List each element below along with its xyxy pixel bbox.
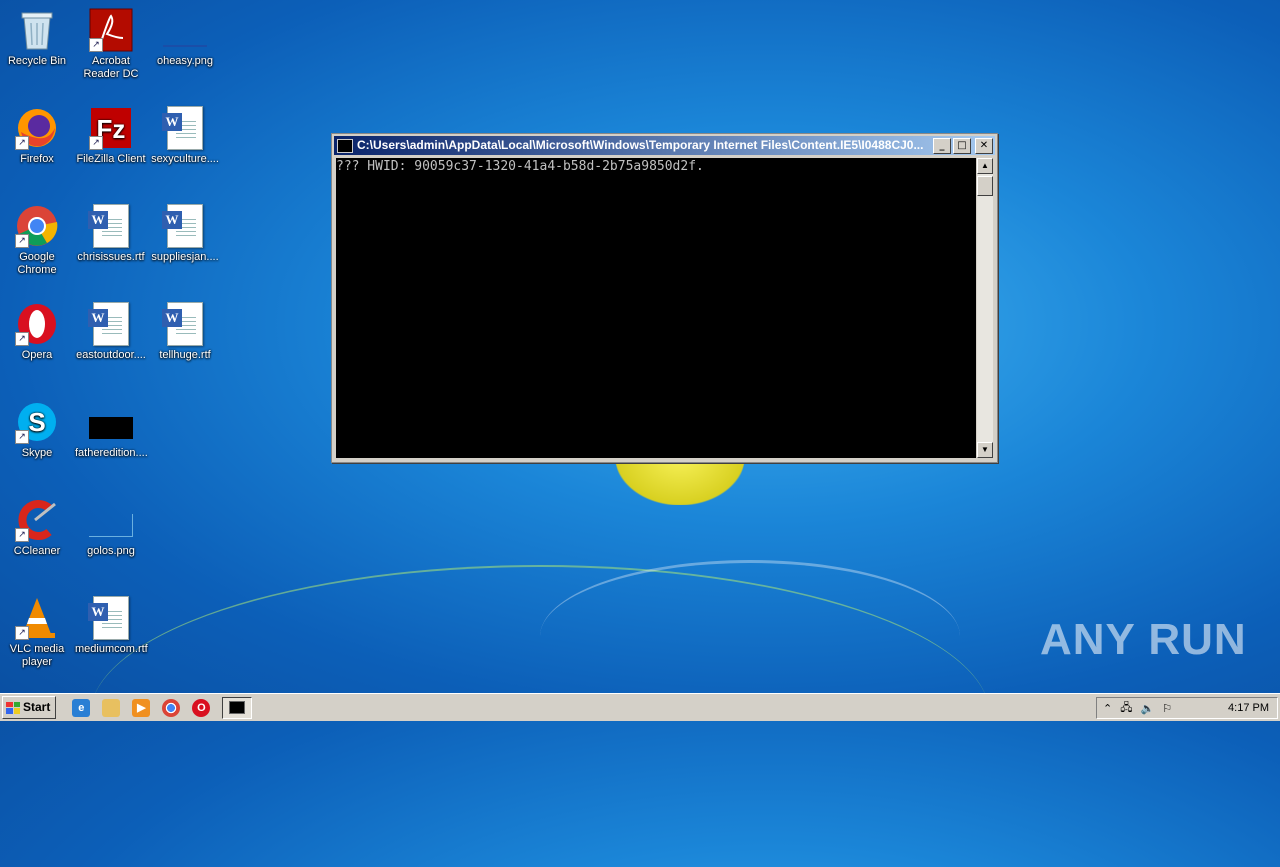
desktop-icon-rtf-eastoutdoor[interactable]: W eastoutdoor.... — [74, 298, 148, 362]
close-button[interactable]: ✕ — [975, 137, 993, 154]
clock[interactable]: 4:17 PM — [1228, 702, 1269, 714]
desktop-icon-label: Skype — [21, 447, 53, 459]
media-player-icon[interactable]: ▶ — [132, 698, 151, 717]
scroll-up-icon[interactable]: ▲ — [977, 158, 993, 174]
filezilla-icon: Fz ↗ — [89, 106, 133, 150]
desktop-icon-vlc[interactable]: ↗ VLC media player — [0, 592, 74, 669]
desktop-icon-ccleaner[interactable]: ↗ CCleaner — [0, 494, 74, 558]
quick-launch: e ▶ O — [72, 698, 211, 717]
shortcut-arrow-icon: ↗ — [89, 38, 103, 52]
word-document-icon: W — [162, 204, 207, 248]
explorer-folder-icon[interactable] — [102, 698, 121, 717]
desktop-icon-label: Firefox — [20, 153, 54, 165]
opera-taskbar-icon[interactable]: O — [192, 698, 211, 717]
desktop-icon-label: Acrobat Reader DC — [83, 55, 139, 80]
shortcut-arrow-icon: ↗ — [15, 528, 29, 542]
black-image-icon — [89, 400, 133, 444]
desktop-icon-label: fatheredition.... — [75, 447, 148, 459]
console-window-icon — [229, 701, 246, 714]
desktop-icon-label: Opera — [21, 349, 53, 361]
action-center-flag-icon[interactable]: ⚐ — [1162, 702, 1172, 715]
show-hidden-icons-icon[interactable]: ⌃ — [1103, 702, 1112, 715]
desktop-icon-skype[interactable]: S ↗ Skype — [0, 396, 74, 460]
desktop-icon-oheasy-png[interactable]: oheasy.png — [148, 4, 222, 68]
console-title: C:\Users\admin\AppData\Local\Microsoft\W… — [357, 138, 924, 152]
chrome-icon: ↗ — [15, 204, 59, 248]
desktop-icon-rtf-tellhuge[interactable]: W tellhuge.rtf — [148, 298, 222, 362]
desktop-icon-recycle-bin[interactable]: Recycle Bin — [0, 4, 74, 68]
word-document-icon: W — [88, 302, 133, 346]
svg-text:S: S — [28, 407, 45, 437]
image-file-icon — [163, 8, 207, 52]
scroll-down-icon[interactable]: ▼ — [977, 442, 993, 458]
word-document-icon: W — [88, 204, 133, 248]
shortcut-arrow-icon: ↗ — [15, 626, 29, 640]
desktop-icon-label: suppliesjan.... — [151, 251, 219, 263]
shortcut-arrow-icon: ↗ — [15, 430, 29, 444]
desktop-icon-label: tellhuge.rtf — [159, 349, 211, 361]
desktop-icon-rtf-suppliesjan[interactable]: W suppliesjan.... — [148, 200, 222, 264]
desktop-icon-label: CCleaner — [13, 545, 61, 557]
word-document-icon: W — [88, 596, 133, 640]
desktop-icon-google-chrome[interactable]: ↗ Google Chrome — [0, 200, 74, 277]
vlc-cone-icon: ↗ — [15, 596, 59, 640]
start-label: Start — [23, 700, 51, 714]
chrome-taskbar-icon[interactable] — [162, 698, 181, 717]
vertical-scrollbar[interactable]: ▲ ▼ — [977, 158, 993, 458]
shortcut-arrow-icon: ↗ — [15, 136, 29, 150]
maximize-button[interactable]: □ — [953, 137, 971, 154]
desktop-icon-label: FileZilla Client — [76, 153, 146, 165]
console-app-icon[interactable] — [337, 138, 353, 153]
desktop-icon-golos-png[interactable]: golos.png — [74, 494, 148, 558]
internet-explorer-icon[interactable]: e — [72, 698, 91, 717]
recycle-bin-icon — [15, 8, 59, 52]
desktop-icon-label: sexyculture.... — [151, 153, 219, 165]
start-button[interactable]: Start — [2, 696, 57, 719]
wallpaper-glow — [540, 560, 960, 713]
shortcut-arrow-icon: ↗ — [15, 234, 29, 248]
taskbar-console-button[interactable] — [222, 696, 253, 719]
shortcut-arrow-icon: ↗ — [89, 136, 103, 150]
desktop-icon-label: Google Chrome — [17, 251, 57, 276]
desktop-icon-label: VLC media player — [9, 643, 65, 668]
desktop-icon-label: chrisissues.rtf — [77, 251, 145, 263]
desktop-icon-rtf-chrisissues[interactable]: W chrisissues.rtf — [74, 200, 148, 264]
desktop-icon-filezilla[interactable]: Fz ↗ FileZilla Client — [74, 102, 148, 166]
console-window[interactable]: C:\Users\admin\AppData\Local\Microsoft\W… — [331, 133, 998, 463]
system-tray: ⌃ 🖧 🔈 ⚐ 4:17 PM — [1096, 697, 1278, 719]
console-output[interactable]: ??? HWID: 90059c37-1320-41a4-b58d-2b75a9… — [336, 158, 976, 458]
desktop-icon-opera[interactable]: ↗ Opera — [0, 298, 74, 362]
minimize-button[interactable]: _ — [933, 137, 951, 154]
acrobat-icon: ↗ — [89, 8, 133, 52]
firefox-icon: ↗ — [15, 106, 59, 150]
desktop-icon-label: mediumcom.rtf — [75, 643, 148, 655]
shortcut-arrow-icon: ↗ — [15, 332, 29, 346]
scroll-thumb[interactable] — [977, 176, 993, 196]
volume-icon[interactable]: 🔈 — [1140, 702, 1154, 715]
ccleaner-icon: ↗ — [15, 498, 59, 542]
desktop-icon-rtf-sexyculture[interactable]: W sexyculture.... — [148, 102, 222, 166]
network-icon[interactable]: 🖧 — [1120, 699, 1132, 718]
desktop-icon-firefox[interactable]: ↗ Firefox — [0, 102, 74, 166]
desktop-icon-label: Recycle Bin — [7, 55, 67, 67]
skype-icon: S ↗ — [15, 400, 59, 444]
anyrun-watermark: ANY RUN — [1040, 615, 1247, 664]
console-titlebar[interactable]: C:\Users\admin\AppData\Local\Microsoft\W… — [334, 136, 995, 155]
word-document-icon: W — [162, 106, 207, 150]
desktop-icon-rtf-mediumcom[interactable]: W mediumcom.rtf — [74, 592, 148, 656]
desktop-icon-label: oheasy.png — [156, 55, 214, 67]
taskbar: Start e ▶ O ⌃ 🖧 🔈 ⚐ 4:17 PM — [0, 693, 1280, 721]
desktop-icon-label: eastoutdoor.... — [76, 349, 146, 361]
word-document-icon: W — [162, 302, 207, 346]
desktop-icon-label: golos.png — [87, 545, 135, 557]
image-file-icon — [89, 498, 133, 542]
opera-icon: ↗ — [15, 302, 59, 346]
desktop-icon-acrobat[interactable]: ↗ Acrobat Reader DC — [74, 4, 148, 81]
desktop-icon-fatheredition[interactable]: fatheredition.... — [74, 396, 148, 460]
windows-logo-icon — [6, 701, 20, 714]
